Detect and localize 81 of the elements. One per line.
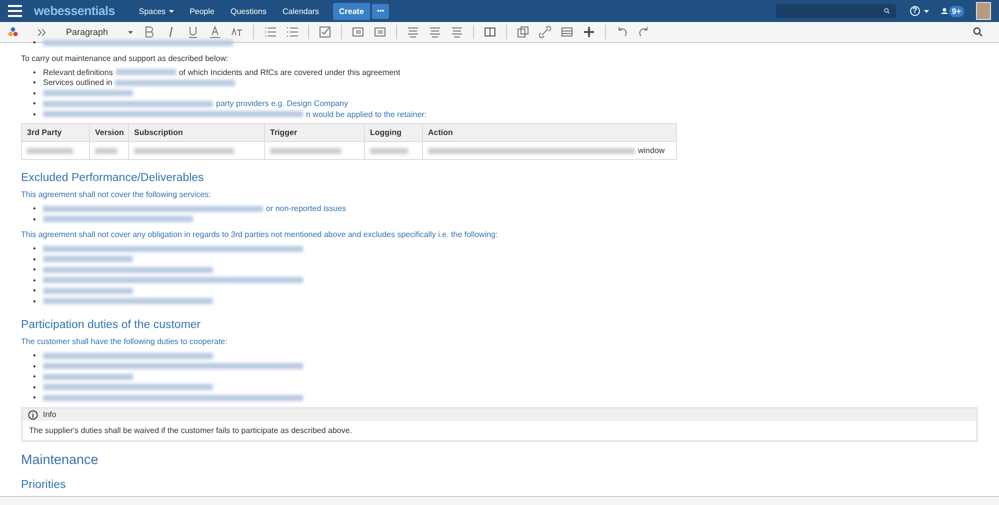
person-icon [940, 8, 948, 14]
size-icon[interactable] [231, 26, 244, 38]
menu-icon[interactable] [8, 5, 22, 17]
link-text: or non-reported issues [266, 204, 346, 213]
bullet: • [33, 276, 36, 286]
bullet: • [33, 110, 36, 120]
plus-icon[interactable] [583, 26, 596, 38]
text: Relevant definitions [43, 68, 113, 76]
column-header: Subscription [128, 124, 264, 142]
expand-icon[interactable] [38, 28, 46, 36]
bullet: • [33, 351, 36, 362]
logo[interactable]: webessentials [34, 2, 115, 20]
link-text: This agreement shall not cover the following services: [21, 190, 211, 199]
search-field[interactable] [776, 4, 896, 18]
column-header: Trigger [264, 124, 364, 142]
text: of which Incidents and RfCs are covered under this agreement [178, 68, 400, 76]
bullet: • [33, 99, 36, 110]
layout-icon[interactable] [484, 26, 496, 38]
bullet: • [33, 265, 36, 276]
link-text: This agreement shall not cover any obligation in regards to 3rd parties not mentioned above and excludes specifically i.e. the following: [21, 230, 498, 239]
bullet: • [33, 372, 36, 382]
link-text: Excluded Performance/Deliverables [21, 172, 204, 184]
nav-link[interactable]: Questions [224, 4, 273, 18]
text: Services outlined in [43, 78, 112, 87]
color-icon[interactable] [209, 26, 222, 38]
blurred-text [95, 148, 118, 154]
bullet: • [33, 254, 36, 265]
create-button[interactable]: Create [332, 2, 370, 20]
help-button[interactable]: ? [910, 6, 920, 16]
search-icon[interactable] [973, 27, 983, 37]
text: window [638, 146, 665, 155]
nav-link[interactable]: People [184, 4, 220, 18]
underline-icon[interactable] [187, 26, 200, 38]
link-icon[interactable] [539, 26, 552, 38]
bullet: • [33, 88, 36, 99]
link-text: Priorities [21, 478, 66, 490]
blurred-text [27, 148, 73, 154]
search-icon [884, 8, 890, 14]
column-header: 3rd Party [22, 124, 90, 142]
bullet: • [33, 68, 36, 78]
copy-icon[interactable] [517, 26, 530, 38]
ol-icon[interactable] [286, 26, 298, 38]
link-text: The customer shall have the following duties to cooperate: [21, 337, 228, 346]
info-text: The supplier's duties shall be waived if the customer fails to participate as described above. [28, 424, 354, 437]
column-header: Logging [364, 124, 422, 142]
bullet: • [33, 78, 36, 88]
insert-icon[interactable] [8, 27, 18, 37]
bullet: • [33, 296, 36, 307]
blurred-text [270, 148, 342, 154]
caret-icon [924, 10, 929, 12]
blurred-text [370, 148, 408, 154]
link-text: Maintenance [21, 452, 98, 466]
link-text: Participation duties of the customer [21, 319, 201, 331]
nav-link[interactable]: Spaces [132, 4, 180, 18]
redo-icon[interactable] [638, 26, 650, 38]
bullet: • [33, 38, 36, 48]
notification-count: 9+ [948, 6, 964, 16]
bullet: • [33, 382, 36, 393]
paragraph-dropdown[interactable]: Paragraph [66, 27, 134, 37]
bold-icon[interactable] [143, 26, 156, 38]
column-header: Version [90, 124, 128, 142]
ul-icon[interactable] [264, 26, 276, 38]
bullet: • [33, 393, 36, 404]
info-title: Info [43, 410, 56, 419]
table-icon[interactable] [561, 26, 574, 38]
info-icon [28, 410, 38, 420]
blurred-text [116, 69, 176, 76]
undo-icon[interactable] [616, 26, 628, 38]
bullet: • [33, 244, 36, 254]
nav-link[interactable]: Calendars [276, 4, 325, 18]
link-text: n would be applied to the retainer: [306, 110, 427, 118]
task-icon[interactable] [319, 26, 332, 38]
column-header: Action [422, 124, 676, 142]
notification-button[interactable]: 9+ [940, 6, 964, 16]
text: To carry out maintenance and support as described below: [21, 54, 228, 62]
bullet: • [33, 286, 36, 296]
bullet: • [33, 362, 36, 372]
caret-icon [128, 30, 134, 34]
bullet: • [33, 214, 36, 225]
link-text: party providers e.g. Design Company [216, 99, 348, 108]
bullet: • [33, 204, 36, 214]
